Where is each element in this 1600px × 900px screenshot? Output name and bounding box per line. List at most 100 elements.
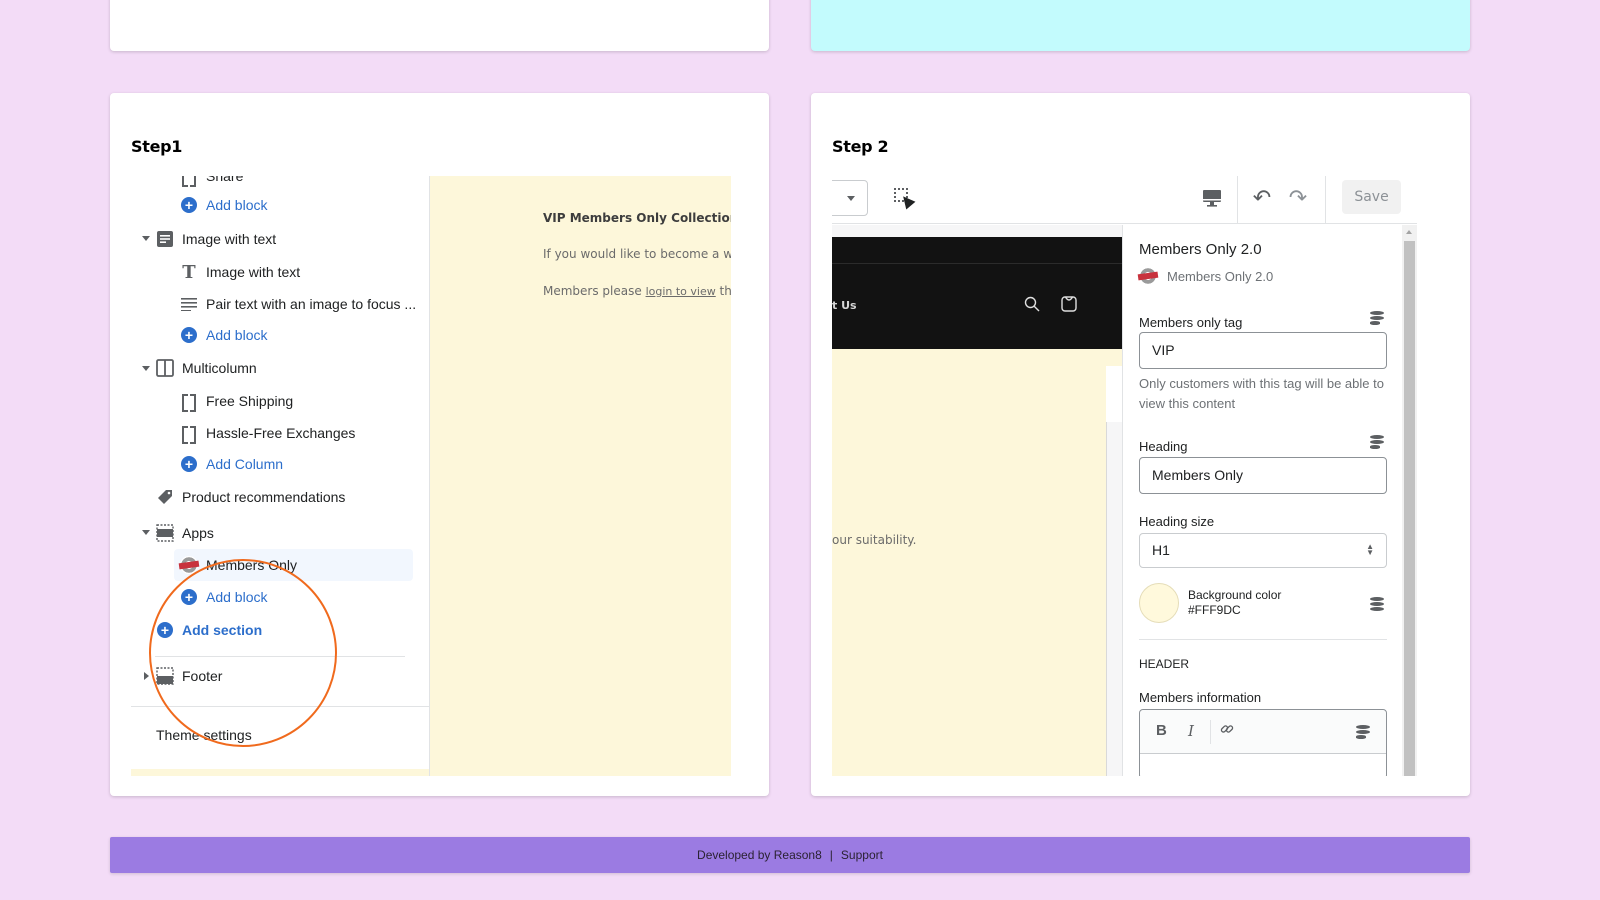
desktop-view-icon[interactable] — [1202, 188, 1222, 208]
login-link[interactable]: login to view — [646, 285, 716, 298]
tree-section-multicolumn[interactable]: Multicolumn — [156, 354, 257, 382]
preview-heading: VIP Members Only Collection — [543, 211, 731, 225]
step1-card: Step1 Share + Add block Image with text — [110, 93, 769, 796]
tree-section-footer[interactable]: Footer — [156, 662, 222, 690]
background-color-label: Background color — [1188, 588, 1281, 602]
save-button[interactable]: Save — [1342, 180, 1401, 214]
plus-circle-icon: + — [156, 621, 174, 639]
footer-separator: | — [830, 848, 833, 862]
heading-label: Heading — [1139, 439, 1187, 454]
paragraph-icon — [180, 295, 198, 313]
members-tag-input[interactable]: VIP — [1139, 332, 1387, 369]
add-block-button[interactable]: + Add block — [180, 583, 267, 611]
add-block-button[interactable]: + Add block — [180, 321, 267, 349]
sidebar-bottom-strip — [131, 769, 429, 776]
tree-section-apps[interactable]: Apps — [156, 519, 214, 547]
scroll-up-arrow-icon[interactable] — [1406, 230, 1412, 234]
tree-section-image-with-text[interactable]: Image with text — [156, 225, 276, 253]
link-icon[interactable] — [1220, 722, 1234, 740]
dynamic-source-icon[interactable] — [1370, 435, 1388, 451]
apps-section-icon — [156, 524, 174, 542]
footer-section-icon — [156, 667, 174, 685]
rich-text-toolbar: B I — [1140, 710, 1386, 754]
store-header: t Us — [832, 237, 1122, 349]
tree-item-share[interactable]: Share — [180, 176, 243, 190]
bold-button[interactable]: B — [1156, 722, 1167, 739]
collapse-caret-icon[interactable] — [142, 530, 150, 535]
tree-section-product-recommendations[interactable]: Product recommendations — [156, 483, 345, 511]
members-tag-label: Members only tag — [1139, 315, 1242, 330]
heading-size-select[interactable]: H1 ▲▼ — [1139, 533, 1387, 568]
columns-icon — [156, 359, 174, 377]
dynamic-source-icon[interactable] — [1370, 311, 1388, 327]
nav-contact-us[interactable]: t Us — [832, 299, 857, 312]
tag-icon — [156, 488, 174, 506]
divider — [155, 656, 405, 657]
expand-caret-icon[interactable] — [144, 672, 149, 680]
tree-item-hassle-free[interactable]: Hassle-Free Exchanges — [180, 419, 355, 447]
storefront-preview: t Us our suitability. — [832, 225, 1122, 776]
inspector-select-icon[interactable] — [894, 188, 914, 208]
block-bracket-icon — [180, 392, 198, 410]
support-link[interactable]: Support — [841, 848, 883, 862]
preview-gutter — [1106, 422, 1122, 776]
cart-icon[interactable] — [1061, 295, 1077, 317]
collapse-caret-icon[interactable] — [142, 236, 150, 241]
divider — [131, 706, 429, 707]
tree-item-members-only[interactable]: Members Only — [174, 549, 413, 581]
members-info-editor[interactable]: B I — [1139, 709, 1387, 776]
heading-input[interactable]: Members Only — [1139, 457, 1387, 494]
scrollbar-thumb[interactable] — [1404, 241, 1415, 776]
footer-bar: Developed by Reason8 | Support — [110, 837, 1470, 873]
settings-scrollbar[interactable] — [1402, 225, 1417, 776]
select-arrows-icon: ▲▼ — [1366, 544, 1374, 556]
tree-item-pair-text[interactable]: Pair text with an image to focus ... — [180, 290, 416, 318]
theme-editor-sidebar: Share + Add block Image with text T Imag… — [131, 176, 429, 776]
members-info-label: Members information — [1139, 690, 1261, 705]
header-section-label: HEADER — [1139, 657, 1189, 671]
developed-by-link[interactable]: Developed by Reason8 — [697, 848, 822, 862]
tree-item-image-with-text[interactable]: T Image with text — [180, 258, 300, 286]
storefront-preview: VIP Members Only Collection If you would… — [429, 176, 731, 776]
toolbar-separator — [1325, 176, 1326, 224]
text-section-icon — [156, 230, 174, 248]
members-only-app-logo — [1139, 267, 1157, 285]
toolbar-separator — [1210, 720, 1211, 744]
background-color-swatch[interactable] — [1139, 583, 1179, 623]
undo-button[interactable]: ↶ — [1250, 186, 1274, 210]
app-attribution: Members Only 2.0 — [1139, 267, 1273, 285]
block-bracket-icon — [180, 424, 198, 442]
theme-settings-link[interactable]: Theme settings — [156, 721, 252, 749]
preview-line-1: If you would like to become a w — [543, 247, 731, 261]
preview-body-text: our suitability. — [832, 533, 916, 547]
search-icon[interactable] — [1024, 296, 1040, 317]
block-bracket-icon — [180, 176, 198, 185]
page-selector-dropdown[interactable] — [832, 180, 868, 216]
plus-circle-icon: + — [180, 455, 198, 473]
add-block-button[interactable]: + Add block — [180, 191, 267, 219]
tree-item-free-shipping[interactable]: Free Shipping — [180, 387, 293, 415]
block-settings-panel: Members Only 2.0 Members Only 2.0 Member… — [1122, 225, 1402, 776]
dynamic-source-icon[interactable] — [1356, 725, 1374, 741]
top-right-card — [811, 0, 1470, 51]
redo-button[interactable]: ↷ — [1286, 186, 1310, 210]
collapse-caret-icon[interactable] — [142, 366, 150, 371]
editor-toolbar: ↶ ↷ Save — [832, 176, 1417, 224]
members-only-block-preview: our suitability. — [832, 349, 1122, 776]
chevron-down-icon — [847, 196, 855, 201]
preview-line-2: Members please login to view thi — [543, 284, 731, 298]
members-only-app-logo — [180, 556, 198, 574]
step2-screenshot: ↶ ↷ Save t Us our suitability. — [832, 176, 1417, 776]
heading-size-label: Heading size — [1139, 514, 1214, 529]
add-column-button[interactable]: + Add Column — [180, 450, 283, 478]
plus-circle-icon: + — [180, 326, 198, 344]
italic-button[interactable]: I — [1188, 722, 1194, 740]
dynamic-source-icon[interactable] — [1370, 597, 1388, 613]
settings-title: Members Only 2.0 — [1139, 241, 1262, 258]
step2-title: Step 2 — [832, 137, 888, 156]
announcement-divider — [832, 263, 1122, 264]
plus-circle-icon: + — [180, 196, 198, 214]
text-t-icon: T — [180, 263, 198, 281]
step1-screenshot: Share + Add block Image with text T Imag… — [131, 176, 731, 776]
add-section-button[interactable]: + Add section — [156, 616, 262, 644]
